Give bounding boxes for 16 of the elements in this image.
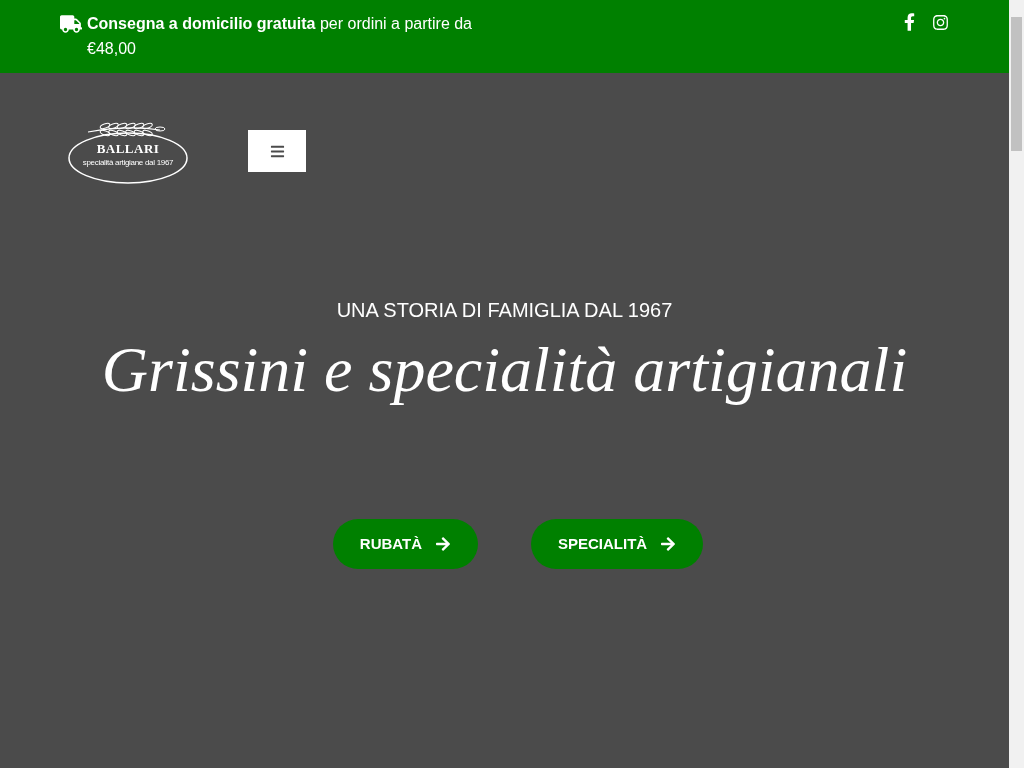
- hero-title: Grissini e specialità artigianali: [101, 333, 908, 407]
- hero-eyebrow: UNA STORIA DI FAMIGLIA DAL 1967: [336, 298, 673, 323]
- menu-icon: [269, 143, 285, 159]
- menu-button[interactable]: [248, 130, 306, 172]
- delivery-notice: Consegna a domicilio gratuita per ordini a partire da €48,00: [87, 14, 473, 59]
- arrow-right-icon: [435, 536, 451, 552]
- hero-button[interactable]: SPECIALITÀ: [531, 519, 704, 569]
- facebook-icon[interactable]: [904, 13, 915, 31]
- hero-button[interactable]: RUBATÀ: [332, 519, 478, 569]
- truck-icon: [60, 15, 82, 33]
- scrollbar[interactable]: [1009, 0, 1024, 768]
- logo-tagline: specialità artigiane dal 1967: [81, 158, 175, 167]
- logo-name: BALLARI: [95, 142, 161, 156]
- scrollbar-thumb[interactable]: [1011, 17, 1022, 151]
- arrow-right-icon: [660, 536, 677, 552]
- instagram-icon[interactable]: [932, 13, 949, 31]
